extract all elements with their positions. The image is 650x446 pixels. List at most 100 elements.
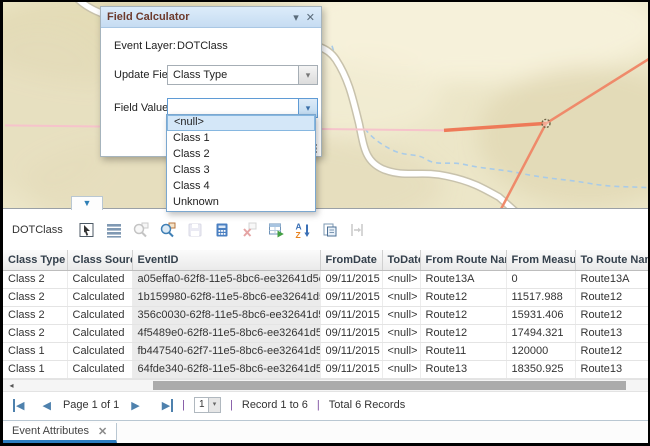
- table-row[interactable]: Class 2Calculated1b159980-62f8-11e5-8bc6…: [3, 288, 648, 306]
- scrollbar-thumb[interactable]: [153, 381, 626, 390]
- table-cell[interactable]: 15931.406: [506, 306, 575, 324]
- last-page-button[interactable]: ▶: [160, 399, 173, 412]
- table-cell[interactable]: <null>: [382, 288, 420, 306]
- field-calculator-icon[interactable]: [212, 220, 232, 240]
- dropdown-option[interactable]: <null>: [167, 115, 315, 131]
- table-cell[interactable]: fb447540-62f7-11e5-8bc6-ee32641d5ec9: [132, 342, 320, 360]
- table-cell[interactable]: Route12: [420, 324, 506, 342]
- table-body: Class 2Calculateda05effa0-62f8-11e5-8bc6…: [3, 270, 648, 378]
- table-cell[interactable]: Class 2: [3, 324, 67, 342]
- table-cell[interactable]: Calculated: [67, 324, 132, 342]
- table-cell[interactable]: 09/11/2015: [320, 270, 382, 288]
- dropdown-option[interactable]: Class 4: [167, 179, 315, 195]
- separate-events-icon[interactable]: [347, 220, 367, 240]
- dialog-minimize-icon[interactable]: ▾: [293, 11, 299, 24]
- table-cell[interactable]: Route12: [575, 306, 648, 324]
- table-cell[interactable]: <null>: [382, 324, 420, 342]
- table-cell[interactable]: 11517.988: [506, 288, 575, 306]
- table-row[interactable]: Class 1Calculated64fde340-62f8-11e5-8bc6…: [3, 360, 648, 378]
- table-cell[interactable]: 09/11/2015: [320, 306, 382, 324]
- table-cell[interactable]: 17494.321: [506, 324, 575, 342]
- column-header[interactable]: ToDate: [382, 250, 420, 270]
- tab-close-icon[interactable]: ✕: [98, 425, 107, 438]
- column-header[interactable]: Class Source: [67, 250, 132, 270]
- dropdown-option[interactable]: Unknown: [167, 195, 315, 211]
- table-cell[interactable]: 0: [506, 270, 575, 288]
- table-cell[interactable]: 120000: [506, 342, 575, 360]
- table-cell[interactable]: Route13A: [575, 270, 648, 288]
- table-cell[interactable]: <null>: [382, 360, 420, 378]
- column-header[interactable]: Class Type: [3, 250, 67, 270]
- table-cell[interactable]: Class 2: [3, 306, 67, 324]
- table-cell[interactable]: Route11: [420, 342, 506, 360]
- sort-icon[interactable]: A Z: [293, 220, 313, 240]
- append-records-icon[interactable]: [266, 220, 286, 240]
- table-cell[interactable]: Route13A: [420, 270, 506, 288]
- table-cell[interactable]: Route12: [420, 288, 506, 306]
- tab-event-attributes[interactable]: Event Attributes ✕: [3, 423, 117, 443]
- clear-selection-icon[interactable]: [239, 220, 259, 240]
- table-cell[interactable]: 356c0030-62f8-11e5-8bc6-ee32641d5ec9: [132, 306, 320, 324]
- scroll-left-icon[interactable]: ◂: [5, 380, 18, 391]
- table-cell[interactable]: Class 2: [3, 288, 67, 306]
- attribute-set-icon[interactable]: [320, 220, 340, 240]
- column-header[interactable]: From Route Name: [420, 250, 506, 270]
- dialog-titlebar[interactable]: Field Calculator ▾ ✕: [101, 7, 321, 28]
- table-row[interactable]: Class 2Calculated4f5489e0-62f8-11e5-8bc6…: [3, 324, 648, 342]
- table-cell[interactable]: Route13: [420, 360, 506, 378]
- panel-collapse-tab[interactable]: ▼: [71, 196, 103, 210]
- column-header[interactable]: EventID: [132, 250, 320, 270]
- dropdown-option[interactable]: Class 3: [167, 163, 315, 179]
- next-page-button[interactable]: ▶: [129, 399, 141, 412]
- window-content: ▼ Field Calculator ▾ ✕ Event Layer: DOTC…: [3, 2, 648, 443]
- table-cell[interactable]: Route12: [420, 306, 506, 324]
- table-cell[interactable]: <null>: [382, 342, 420, 360]
- table-row[interactable]: Class 2Calculated356c0030-62f8-11e5-8bc6…: [3, 306, 648, 324]
- dropdown-option[interactable]: Class 2: [167, 147, 315, 163]
- table-row[interactable]: Class 1Calculatedfb447540-62f7-11e5-8bc6…: [3, 342, 648, 360]
- page-select-dropdown-icon[interactable]: ▾: [208, 398, 220, 412]
- table-cell[interactable]: <null>: [382, 270, 420, 288]
- column-header[interactable]: To Route Name: [575, 250, 648, 270]
- table-cell[interactable]: a05effa0-62f8-11e5-8bc6-ee32641d5ec9: [132, 270, 320, 288]
- dialog-close-icon[interactable]: ✕: [306, 11, 315, 24]
- table-cell[interactable]: 4f5489e0-62f8-11e5-8bc6-ee32641d5ec9: [132, 324, 320, 342]
- column-header[interactable]: From Measure: [506, 250, 575, 270]
- table-cell[interactable]: Calculated: [67, 288, 132, 306]
- table-row[interactable]: Class 2Calculateda05effa0-62f8-11e5-8bc6…: [3, 270, 648, 288]
- table-cell[interactable]: 09/11/2015: [320, 360, 382, 378]
- table-cell[interactable]: Calculated: [67, 270, 132, 288]
- table-cell[interactable]: Class 1: [3, 360, 67, 378]
- table-cell[interactable]: Route12: [575, 342, 648, 360]
- first-page-button[interactable]: ◀: [13, 399, 26, 412]
- update-field-combobox[interactable]: Class Type ▾: [167, 65, 318, 85]
- zoom-to-features-icon[interactable]: [158, 220, 178, 240]
- dropdown-option[interactable]: Class 1: [167, 131, 315, 147]
- select-records-icon[interactable]: [77, 220, 97, 240]
- table-cell[interactable]: 09/11/2015: [320, 324, 382, 342]
- table-cell[interactable]: Calculated: [67, 360, 132, 378]
- zoom-to-selected-icon[interactable]: [131, 220, 151, 240]
- previous-page-button[interactable]: ◀: [40, 399, 52, 412]
- table-cell[interactable]: Class 2: [3, 270, 67, 288]
- map-junction-marker: [542, 119, 550, 127]
- table-cell[interactable]: Calculated: [67, 306, 132, 324]
- table-cell[interactable]: Calculated: [67, 342, 132, 360]
- table-cell[interactable]: Route13: [575, 324, 648, 342]
- table-cell[interactable]: 1b159980-62f8-11e5-8bc6-ee32641d5ec9: [132, 288, 320, 306]
- table-cell[interactable]: <null>: [382, 306, 420, 324]
- table-cell[interactable]: Route13: [575, 360, 648, 378]
- table-cell[interactable]: 18350.925: [506, 360, 575, 378]
- page-number-select[interactable]: 1 ▾: [194, 397, 221, 413]
- column-header[interactable]: FromDate: [320, 250, 382, 270]
- horizontal-scrollbar[interactable]: ◂: [3, 379, 648, 392]
- table-cell[interactable]: Route12: [575, 288, 648, 306]
- save-icon[interactable]: [185, 220, 205, 240]
- table-cell[interactable]: 64fde340-62f8-11e5-8bc6-ee32641d5ec9: [132, 360, 320, 378]
- table-cell[interactable]: 09/11/2015: [320, 342, 382, 360]
- update-field-value: Class Type: [168, 66, 317, 81]
- table-cell[interactable]: 09/11/2015: [320, 288, 382, 306]
- table-cell[interactable]: Class 1: [3, 342, 67, 360]
- show-selected-icon[interactable]: [104, 220, 124, 240]
- update-field-dropdown-icon[interactable]: ▾: [298, 66, 317, 84]
